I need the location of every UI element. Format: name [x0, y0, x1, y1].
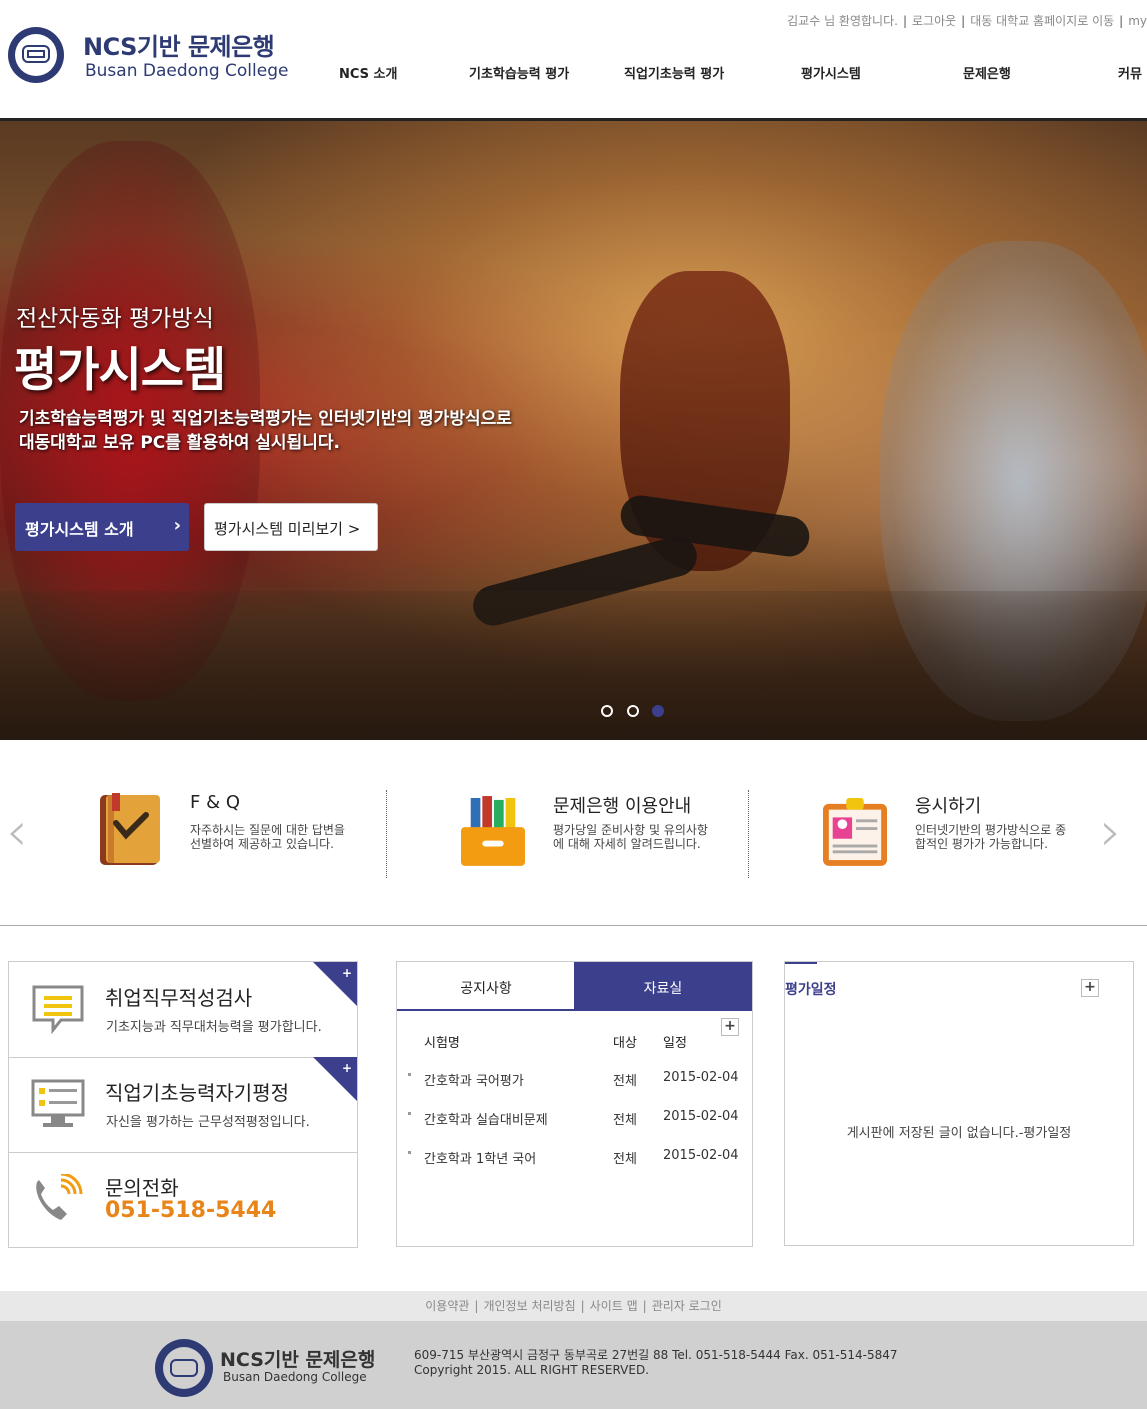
column-header-target: 대상	[613, 1036, 637, 1051]
book-check-icon	[100, 793, 160, 865]
schedule-panel: 평가일정 + 게시판에 저장된 글이 없습니다.-평가일정	[784, 961, 1134, 1246]
terms-link[interactable]: 이용약관	[425, 1299, 469, 1313]
quick-link-description: 인터넷기반의 평가방식으로 종합적인 평가가 가능합니다.	[915, 823, 1067, 851]
footer-links: 이용약관 | 개인정보 처리방침 | 사이트 맵 | 관리자 로그인	[0, 1291, 1147, 1321]
tab-data-room[interactable]: 자료실	[574, 962, 752, 1010]
job-aptitude-description: 기초지능과 직무대처능력을 평가합니다.	[106, 1020, 322, 1035]
divider	[386, 790, 387, 878]
monitor-checklist-icon	[31, 1079, 85, 1127]
plus-icon: +	[341, 966, 352, 980]
quick-link-title: F & Q	[190, 792, 241, 813]
address-text: 609-715 부산광역시 금정구 동부곡로 27번길 88 Tel. 051-…	[414, 1348, 898, 1362]
hero-description-line: 기초학습능력평가 및 직업기초능력평가는 인터넷기반의 평가방식으로	[19, 409, 512, 429]
row-date: 2015-02-04	[663, 1109, 739, 1124]
hero-subtitle: 전산자동화 평가방식	[16, 306, 214, 332]
prev-arrow-icon[interactable]: ‹	[6, 800, 28, 863]
self-assessment-title: 직업기초능력자기평정	[105, 1081, 289, 1105]
hero-photo-table	[0, 591, 1147, 740]
quick-links: ‹ › F & Q 자주하시는 질문에 대한 답변을 선별하여 제공하고 있습니…	[0, 740, 1147, 926]
bullet-icon	[408, 1151, 411, 1154]
privacy-policy-link[interactable]: 개인정보 처리방침	[483, 1299, 575, 1313]
slide-dot-2[interactable]	[627, 705, 639, 717]
tab-notice[interactable]: 공지사항	[397, 962, 575, 1010]
logo-title: NCS기반 문제은행	[83, 33, 275, 61]
logout-link[interactable]: 로그아웃	[912, 14, 956, 28]
welcome-text: 김교수 님 환영합니다.	[787, 14, 898, 28]
copyright-text: Copyright 2015. ALL RIGHT RESERVED.	[414, 1363, 650, 1377]
hero-slider: 전산자동화 평가방식 평가시스템 기초학습능력평가 및 직업기초능력평가는 인터…	[0, 121, 1147, 740]
row-target: 전체	[613, 1113, 637, 1128]
footer-address: 609-715 부산광역시 금정구 동부곡로 27번길 88 Tel. 051-…	[414, 1348, 897, 1378]
column-header-date: 일정	[663, 1036, 687, 1051]
row-name: 간호학과 실습대비문제	[424, 1113, 548, 1128]
sitemap-link[interactable]: 사이트 맵	[590, 1299, 638, 1313]
college-seal-icon	[155, 1339, 213, 1397]
quick-link-title: 문제은행 이용안내	[553, 796, 692, 817]
eval-system-intro-button[interactable]: 평가시스템 소개 ›	[15, 503, 189, 551]
row-target: 전체	[613, 1074, 637, 1089]
plus-icon: +	[341, 1061, 352, 1075]
more-plus-icon[interactable]: +	[721, 1018, 739, 1036]
quick-link-title: 응시하기	[915, 796, 982, 817]
eval-system-intro-label: 평가시스템 소개	[25, 520, 134, 539]
divider	[748, 790, 749, 878]
nav-eval-system[interactable]: 평가시스템	[801, 63, 861, 82]
college-homepage-link[interactable]: 대동 대학교 홈페이지로 이동	[970, 14, 1114, 28]
file-box-icon	[461, 796, 525, 866]
site-footer: NCS기반 문제은행 Busan Daedong College 609-715…	[0, 1321, 1147, 1409]
nav-ncs-intro[interactable]: NCS 소개	[339, 63, 397, 82]
more-plus-icon[interactable]: +	[1081, 979, 1099, 997]
tab-underline	[397, 1009, 752, 1011]
quick-link-description: 평가당일 준비사항 및 유의사항에 대해 자세히 알려드립니다.	[553, 823, 708, 851]
row-target: 전체	[613, 1152, 637, 1167]
footer-logo-title: NCS기반 문제은행	[220, 1349, 376, 1371]
chevron-right-icon: ›	[173, 515, 181, 536]
bullet-icon	[408, 1073, 411, 1076]
board-panel: 공지사항 자료실 + 시험명 대상 일정 간호학과 국어평가 전체 2015-0…	[396, 961, 753, 1247]
column-header-name: 시험명	[424, 1036, 460, 1051]
schedule-title[interactable]: 평가일정	[785, 979, 837, 999]
top-utility-links: 김교수 님 환영합니다. | 로그아웃 | 대동 대학교 홈페이지로 이동 | my	[787, 14, 1147, 28]
job-aptitude-title: 취업직무적성검사	[105, 986, 253, 1010]
nav-question-bank[interactable]: 문제은행	[963, 63, 1011, 82]
row-name: 간호학과 1학년 국어	[424, 1152, 537, 1167]
slide-dot-3[interactable]	[652, 705, 664, 717]
quick-link-take-test[interactable]: 응시하기 인터넷기반의 평가방식으로 종합적인 평가가 가능합니다.	[823, 790, 1147, 880]
phone-icon	[36, 1174, 83, 1220]
nav-job-basic-eval[interactable]: 직업기초능력 평가	[624, 63, 724, 82]
table-row[interactable]: 간호학과 국어평가 전체 2015-02-04	[397, 1070, 752, 1090]
empty-message: 게시판에 저장된 글이 없습니다.-평가일정	[846, 1126, 1072, 1141]
admin-login-link[interactable]: 관리자 로그인	[652, 1299, 722, 1313]
row-date: 2015-02-04	[663, 1148, 739, 1163]
contact-phone-title: 문의전화	[105, 1176, 179, 1200]
bullet-icon	[408, 1112, 411, 1115]
service-links-panel: 취업직무적성검사 기초지능과 직무대처능력을 평가합니다. + 직업기초능력자기…	[8, 961, 358, 1248]
row-date: 2015-02-04	[663, 1070, 739, 1085]
speech-bubble-icon	[32, 985, 84, 1034]
main-navigation: NCS 소개 기초학습능력 평가 직업기초능력 평가 평가시스템 문제은행 커뮤	[0, 63, 1147, 85]
self-assessment-description: 자신을 평가하는 근무성적평정입니다.	[106, 1115, 310, 1130]
my-page-link[interactable]: my	[1128, 14, 1147, 28]
nav-basic-learning-eval[interactable]: 기초학습능력 평가	[469, 63, 569, 82]
quick-link-faq[interactable]: F & Q 자주하시는 질문에 대한 답변을 선별하여 제공하고 있습니다.	[98, 790, 438, 880]
self-assessment-link[interactable]: 직업기초능력자기평정 자신을 평가하는 근무성적평정입니다. +	[9, 1057, 357, 1153]
eval-system-preview-button[interactable]: 평가시스템 미리보기 >	[204, 503, 378, 551]
nav-community[interactable]: 커뮤	[1118, 63, 1142, 82]
contact-phone: 문의전화 051-518-5444	[9, 1152, 357, 1247]
site-header: 김교수 님 환영합니다. | 로그아웃 | 대동 대학교 홈페이지로 이동 | my NCS…	[0, 0, 1147, 118]
row-name: 간호학과 국어평가	[424, 1074, 524, 1089]
tab-underline	[785, 962, 817, 964]
job-aptitude-test-link[interactable]: 취업직무적성검사 기초지능과 직무대처능력을 평가합니다. +	[9, 962, 357, 1058]
hero-title: 평가시스템	[14, 343, 226, 398]
footer-logo-subtitle: Busan Daedong College	[223, 1370, 367, 1384]
hero-description: 기초학습능력평가 및 직업기초능력평가는 인터넷기반의 평가방식으로 대동대학교…	[19, 407, 512, 455]
table-row[interactable]: 간호학과 1학년 국어 전체 2015-02-04	[397, 1148, 752, 1168]
quick-link-description: 자주하시는 질문에 대한 답변을 선별하여 제공하고 있습니다.	[190, 823, 345, 851]
hero-description-line: 대동대학교 보유 PC를 활용하여 실시됩니다.	[19, 433, 340, 453]
contact-phone-number: 051-518-5444	[105, 1198, 277, 1223]
quick-link-guide[interactable]: 문제은행 이용안내 평가당일 준비사항 및 유의사항에 대해 자세히 알려드립니…	[461, 790, 801, 880]
table-row[interactable]: 간호학과 실습대비문제 전체 2015-02-04	[397, 1109, 752, 1129]
clipboard-profile-icon	[823, 798, 887, 866]
slide-dot-1[interactable]	[601, 705, 613, 717]
